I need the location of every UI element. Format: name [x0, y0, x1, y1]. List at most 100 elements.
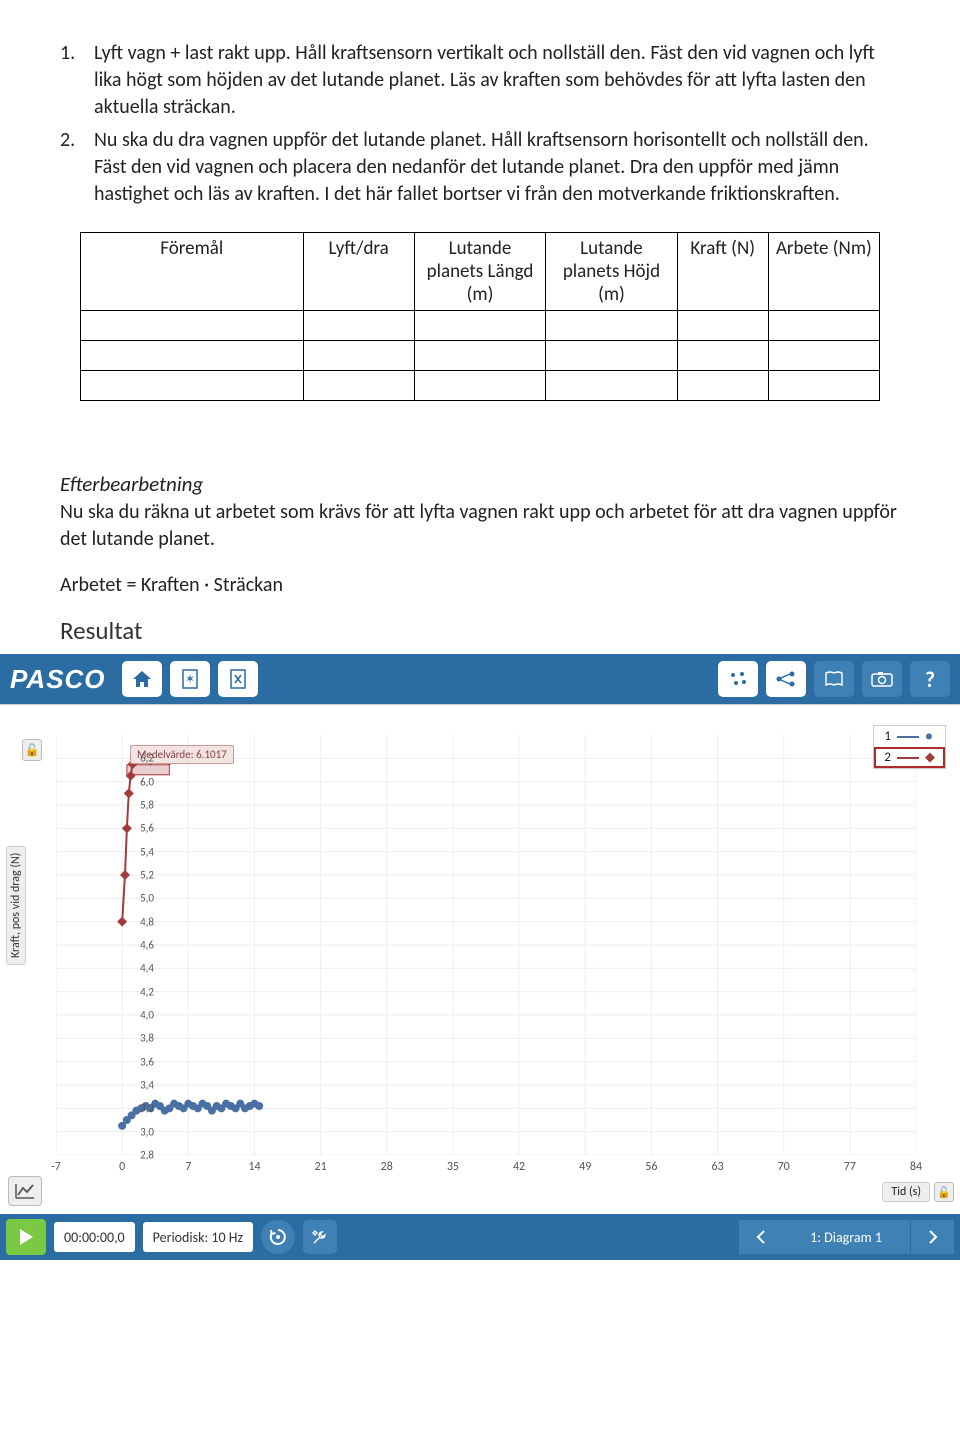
postprocessing-heading: Efterbearbetning	[60, 471, 900, 497]
table-cell[interactable]	[414, 341, 545, 371]
table-cell[interactable]	[768, 311, 879, 341]
table-cell[interactable]	[414, 371, 545, 401]
pasco-app: PASCO ✶ ? 🔓 Kraft, pos vid drag (N)	[0, 654, 960, 1260]
table-cell[interactable]	[303, 341, 414, 371]
table-header: Arbete (Nm)	[768, 233, 879, 311]
x-tick-label: 7	[185, 1160, 191, 1174]
page-x-icon	[230, 669, 246, 689]
x-tick-label: -7	[51, 1160, 61, 1174]
legend-diamond-icon: ◆	[925, 750, 935, 765]
x-tick-label: 49	[579, 1160, 591, 1174]
prev-page-button[interactable]	[738, 1220, 782, 1254]
chart-tools-button[interactable]	[8, 1176, 42, 1206]
table-cell[interactable]	[81, 371, 304, 401]
pasco-logo: PASCO	[10, 664, 106, 695]
chevron-right-icon	[926, 1230, 940, 1244]
y-tick-label: 3,2	[140, 1102, 154, 1115]
table-cell[interactable]	[546, 341, 677, 371]
camera-button[interactable]	[862, 661, 902, 697]
legend-item-1[interactable]: 1 ●	[874, 726, 945, 747]
data-table: FöremålLyft/draLutande planets Längd (m)…	[80, 232, 880, 401]
elapsed-time-field[interactable]: 00:00:00,0	[54, 1222, 135, 1252]
legend-item-2[interactable]: 2 ◆	[874, 747, 945, 768]
list-text: Lyft vagn + last rakt upp. Håll kraftsen…	[94, 40, 900, 121]
y-tick-label: 3,8	[140, 1032, 154, 1045]
table-cell[interactable]	[303, 311, 414, 341]
legend-label-2: 2	[884, 750, 891, 765]
table-cell[interactable]	[81, 341, 304, 371]
table-cell[interactable]	[303, 371, 414, 401]
book-button[interactable]	[814, 661, 854, 697]
x-lock-button[interactable]: 🔓	[934, 1182, 954, 1202]
refresh-icon	[268, 1227, 288, 1247]
pasco-bottombar: 00:00:00,0 Periodisk: 10 Hz 1: Diagram 1	[0, 1214, 960, 1260]
new-page-button[interactable]: ✶	[170, 661, 210, 697]
instruction-item: 2.Nu ska du dra vagnen uppför det lutand…	[60, 127, 900, 208]
sample-rate-field[interactable]: Periodisk: 10 Hz	[143, 1222, 253, 1252]
y-tick-label: 5,2	[140, 869, 154, 882]
y-tick-label: 5,0	[140, 892, 154, 905]
legend-marker-1	[897, 736, 919, 738]
y-tick-label: 5,8	[140, 799, 154, 812]
y-tick-label: 3,4	[140, 1079, 154, 1092]
legend-dot-icon: ●	[925, 729, 933, 744]
table-cell[interactable]	[768, 371, 879, 401]
table-cell[interactable]	[677, 311, 768, 341]
y-tick-label: 4,4	[140, 962, 154, 975]
x-tick-label: 28	[381, 1160, 393, 1174]
question-icon: ?	[925, 666, 935, 693]
table-header: Föremål	[81, 233, 304, 311]
y-lock-button[interactable]: 🔓	[22, 739, 42, 761]
instruction-item: 1.Lyft vagn + last rakt upp. Håll krafts…	[60, 40, 900, 121]
y-tick-label: 6,0	[140, 775, 154, 788]
y-tick-label: 4,6	[140, 939, 154, 952]
table-header: Lutande planets Längd (m)	[414, 233, 545, 311]
table-row	[81, 371, 880, 401]
y-tick-label: 5,4	[140, 845, 154, 858]
table-cell[interactable]	[546, 311, 677, 341]
list-number: 2.	[60, 127, 94, 208]
work-formula: Arbetet = Kraften · Sträckan	[60, 573, 900, 597]
table-cell[interactable]	[81, 311, 304, 341]
chart-plot[interactable]	[56, 735, 916, 1155]
result-heading: Resultat	[60, 615, 900, 646]
legend-marker-2	[897, 757, 919, 759]
instruction-list: 1.Lyft vagn + last rakt upp. Håll krafts…	[60, 40, 900, 208]
refresh-button[interactable]	[261, 1220, 295, 1254]
camera-icon	[871, 671, 893, 687]
tools-button[interactable]	[303, 1220, 337, 1254]
y-tick-label: 4,8	[140, 915, 154, 928]
table-cell[interactable]	[677, 341, 768, 371]
x-tick-label: 0	[119, 1160, 125, 1174]
y-axis-label[interactable]: Kraft, pos vid drag (N)	[6, 846, 26, 965]
y-tick-label: 2,8	[140, 1149, 154, 1162]
help-button[interactable]: ?	[910, 661, 950, 697]
dice-button[interactable]	[718, 661, 758, 697]
page-indicator[interactable]: 1: Diagram 1	[782, 1220, 910, 1254]
x-tick-label: 63	[711, 1160, 723, 1174]
svg-text:✶: ✶	[185, 673, 195, 687]
table-header: Kraft (N)	[677, 233, 768, 311]
y-tick-label: 3,6	[140, 1055, 154, 1068]
next-page-button[interactable]	[910, 1220, 954, 1254]
table-cell[interactable]	[768, 341, 879, 371]
table-row	[81, 341, 880, 371]
table-cell[interactable]	[546, 371, 677, 401]
table-cell[interactable]	[414, 311, 545, 341]
y-tick-label: 4,2	[140, 985, 154, 998]
home-button[interactable]	[122, 661, 162, 697]
delete-page-button[interactable]	[218, 661, 258, 697]
chart-area[interactable]: 🔓 Kraft, pos vid drag (N) Medelvärde: 6.…	[0, 704, 960, 1214]
share-button[interactable]	[766, 661, 806, 697]
x-tick-label: 35	[447, 1160, 459, 1174]
table-cell[interactable]	[677, 371, 768, 401]
list-number: 1.	[60, 40, 94, 121]
x-axis-label[interactable]: Tid (s)	[882, 1182, 930, 1202]
y-tick-label: 3,0	[140, 1125, 154, 1138]
record-button[interactable]	[6, 1219, 46, 1255]
legend-label-1: 1	[884, 729, 891, 744]
chart-legend[interactable]: 1 ● 2 ◆	[873, 725, 946, 769]
wrench-icon	[311, 1228, 329, 1246]
share-icon	[775, 670, 797, 688]
page-plus-icon: ✶	[182, 669, 198, 689]
